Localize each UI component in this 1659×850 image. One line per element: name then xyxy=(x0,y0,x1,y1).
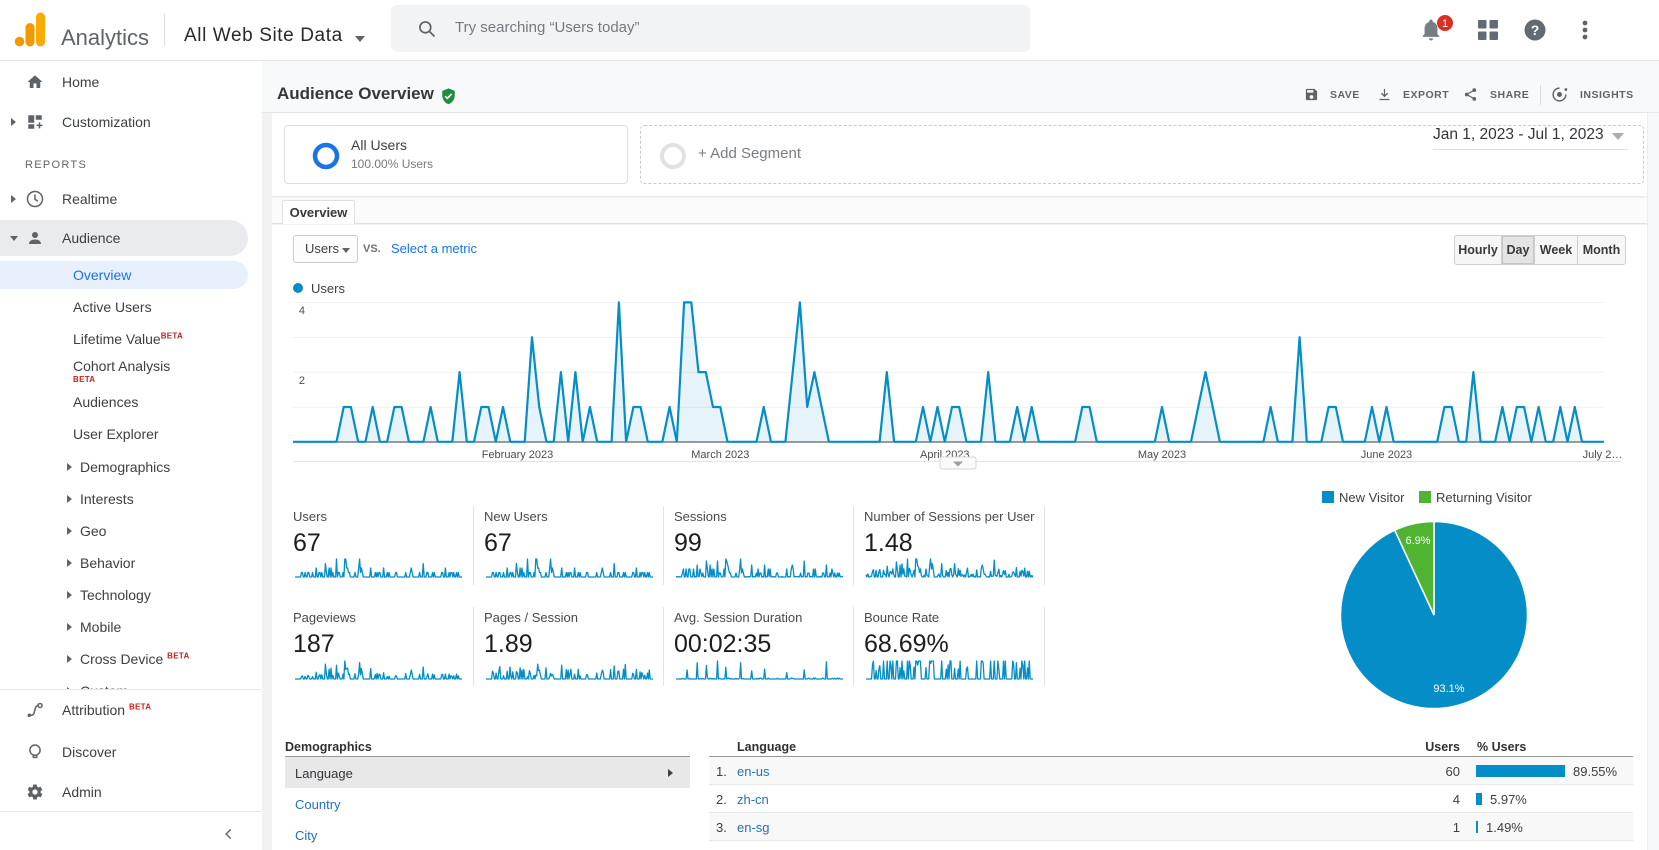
svg-text:4: 4 xyxy=(299,305,305,317)
svg-text:2: 2 xyxy=(299,375,305,387)
svg-text:?: ? xyxy=(1531,22,1540,38)
svg-text:6.9%: 6.9% xyxy=(1405,535,1430,547)
svg-text:July 2…: July 2… xyxy=(1583,449,1623,461)
svg-text:93.1%: 93.1% xyxy=(1433,683,1464,695)
svg-text:June 2023: June 2023 xyxy=(1361,449,1412,461)
svg-text:February 2023: February 2023 xyxy=(482,449,554,461)
svg-text:1: 1 xyxy=(1442,18,1448,30)
svg-text:March 2023: March 2023 xyxy=(691,449,749,461)
svg-text:May 2023: May 2023 xyxy=(1138,449,1186,461)
